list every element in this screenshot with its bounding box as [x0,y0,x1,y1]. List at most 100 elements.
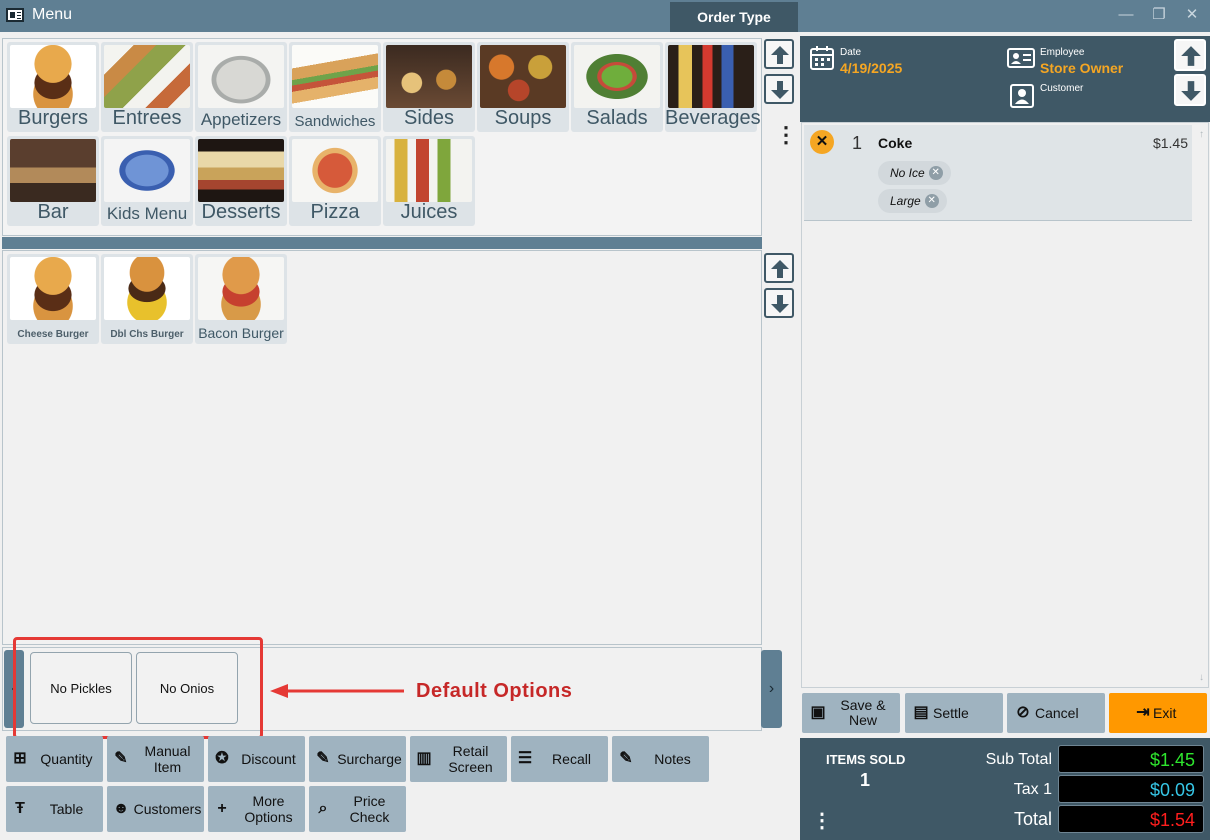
salad-photo [574,45,660,108]
category-beverages[interactable]: Beverages [665,42,761,132]
scroll-up-icon[interactable]: ↑ [1199,129,1204,140]
arrow-down-icon [1181,81,1201,101]
category-sandwiches[interactable]: Sandwiches [289,42,381,132]
employee-icon[interactable] [1007,47,1035,69]
options-scroll-right-button[interactable]: › [761,650,782,728]
bar-photo [10,139,96,202]
surcharge-icon: ✎ [316,750,330,767]
arrow-up-icon [1181,46,1201,66]
order-list: ✕ 1 Coke $1.45 No Ice ✕ Large ✕ ↑ ↓ [801,122,1209,688]
customer-label: Customer [1040,83,1084,94]
burger-photo [10,45,96,108]
customer-icon[interactable] [1010,84,1034,108]
subtotal-label: Sub Total [985,751,1052,768]
category-salads[interactable]: Salads [571,42,663,132]
manual-item-icon: ✎ [114,750,128,767]
price-check-button[interactable]: ⌕ Price Check [309,786,406,832]
plus-icon: + [217,800,227,817]
quantity-button[interactable]: ⊞ Quantity [6,736,103,782]
items-sold-label: ITEMS SOLD [826,752,906,767]
price-check-icon: ⌕ [318,800,328,817]
close-icon[interactable]: ✕ [1178,4,1206,26]
notes-button[interactable]: ✎ Notes [612,736,709,782]
cash-icon: ▤ [913,704,929,721]
more-options-button[interactable]: + More Options [208,786,305,832]
category-scroll-up-button[interactable] [764,39,794,69]
tax-value: $0.09 [1058,775,1204,803]
category-appetizers[interactable]: Appetizers [195,42,287,132]
cancel-icon: ⊘ [1016,704,1030,721]
order-line-price: $1.45 [1152,135,1188,151]
item-panel: Cheese Burger Dbl Chs Burger Bacon Burge… [2,250,762,645]
scroll-down-icon[interactable]: ↓ [1199,672,1204,683]
category-kids-menu[interactable]: Kids Menu [101,136,193,226]
category-juices[interactable]: Juices [383,136,475,226]
category-scroll-down-button[interactable] [764,74,794,104]
save-icon: ▣ [810,704,826,721]
item-cheese-burger[interactable]: Cheese Burger [7,254,99,344]
category-sides[interactable]: Sides [383,42,475,132]
date-value: 4/19/2025 [840,60,903,76]
modifier-chip[interactable]: Large ✕ [878,189,947,213]
notes-icon: ✎ [619,750,633,767]
header-scroll-up-button[interactable] [1174,39,1206,71]
category-desserts[interactable]: Desserts [195,136,287,226]
manual-item-button[interactable]: ✎ Manual Item [107,736,204,782]
arrow-up-icon [771,46,789,64]
chip-remove-icon[interactable]: ✕ [928,166,943,180]
window-title: Menu [32,6,73,23]
desserts-photo [198,139,284,202]
save-and-new-button[interactable]: ▣ Save & New [802,693,900,733]
category-burgers[interactable]: Burgers [7,42,99,132]
quantity-icon: ⊞ [13,750,27,767]
restore-icon[interactable]: ❐ [1145,4,1173,26]
totals-panel: ITEMS SOLD 1 ⋮ Sub Total $1.45 Tax 1 $0.… [800,738,1210,840]
sides-photo [386,45,472,108]
surcharge-button[interactable]: ✎ Surcharge [309,736,406,782]
tax-label: Tax 1 [1013,781,1052,798]
arrow-down-icon [771,295,789,313]
category-soups[interactable]: Soups [477,42,569,132]
modifier-chip[interactable]: No Ice ✕ [878,161,951,185]
arrow-up-icon [771,260,789,278]
menu-app-icon [6,8,24,22]
items-sold-value: 1 [860,770,871,790]
panel-divider [2,237,762,249]
bacon-burger-photo [198,257,284,320]
retail-screen-button[interactable]: ▥ Retail Screen [410,736,507,782]
category-entrees[interactable]: Entrees [101,42,193,132]
discount-button[interactable]: ✪ Discount [208,736,305,782]
order-type-button[interactable]: Order Type [670,2,798,32]
exit-icon: ⇥ [1136,704,1150,721]
employee-label: Employee [1040,47,1085,58]
customers-button[interactable]: ☻ Customers [107,786,204,832]
table-icon: Ŧ [15,800,25,817]
table-button[interactable]: Ŧ Table [6,786,103,832]
more-vertical-icon[interactable]: ⋮ [775,124,797,146]
order-line-name: Coke [878,135,913,151]
pizza-photo [292,139,378,202]
more-vertical-icon[interactable]: ⋮ [812,808,832,833]
kebab-photo [104,45,190,108]
recall-icon: ☰ [517,750,533,767]
recall-button[interactable]: ☰ Recall [511,736,608,782]
item-scroll-up-button[interactable] [764,253,794,283]
category-pizza[interactable]: Pizza [289,136,381,226]
sandwich-photo [292,45,378,108]
settle-button[interactable]: ▤ Settle [905,693,1003,733]
cancel-button[interactable]: ⊘ Cancel [1007,693,1105,733]
chip-remove-icon[interactable]: ✕ [924,194,939,208]
cheeseburger-photo [10,257,96,320]
barcode-icon: ▥ [416,750,432,767]
item-scroll-down-button[interactable] [764,288,794,318]
header-scroll-down-button[interactable] [1174,74,1206,106]
category-bar[interactable]: Bar [7,136,99,226]
date-label: Date [840,47,862,58]
item-bacon-burger[interactable]: Bacon Burger [195,254,287,344]
exit-button[interactable]: ⇥ Exit [1109,693,1207,733]
remove-item-icon[interactable]: ✕ [810,130,834,154]
item-dbl-chs-burger[interactable]: Dbl Chs Burger [101,254,193,344]
annotation-label: Default Options [416,680,573,702]
order-line[interactable]: ✕ 1 Coke $1.45 No Ice ✕ Large ✕ [804,125,1192,221]
minimize-icon[interactable]: — [1112,4,1140,26]
